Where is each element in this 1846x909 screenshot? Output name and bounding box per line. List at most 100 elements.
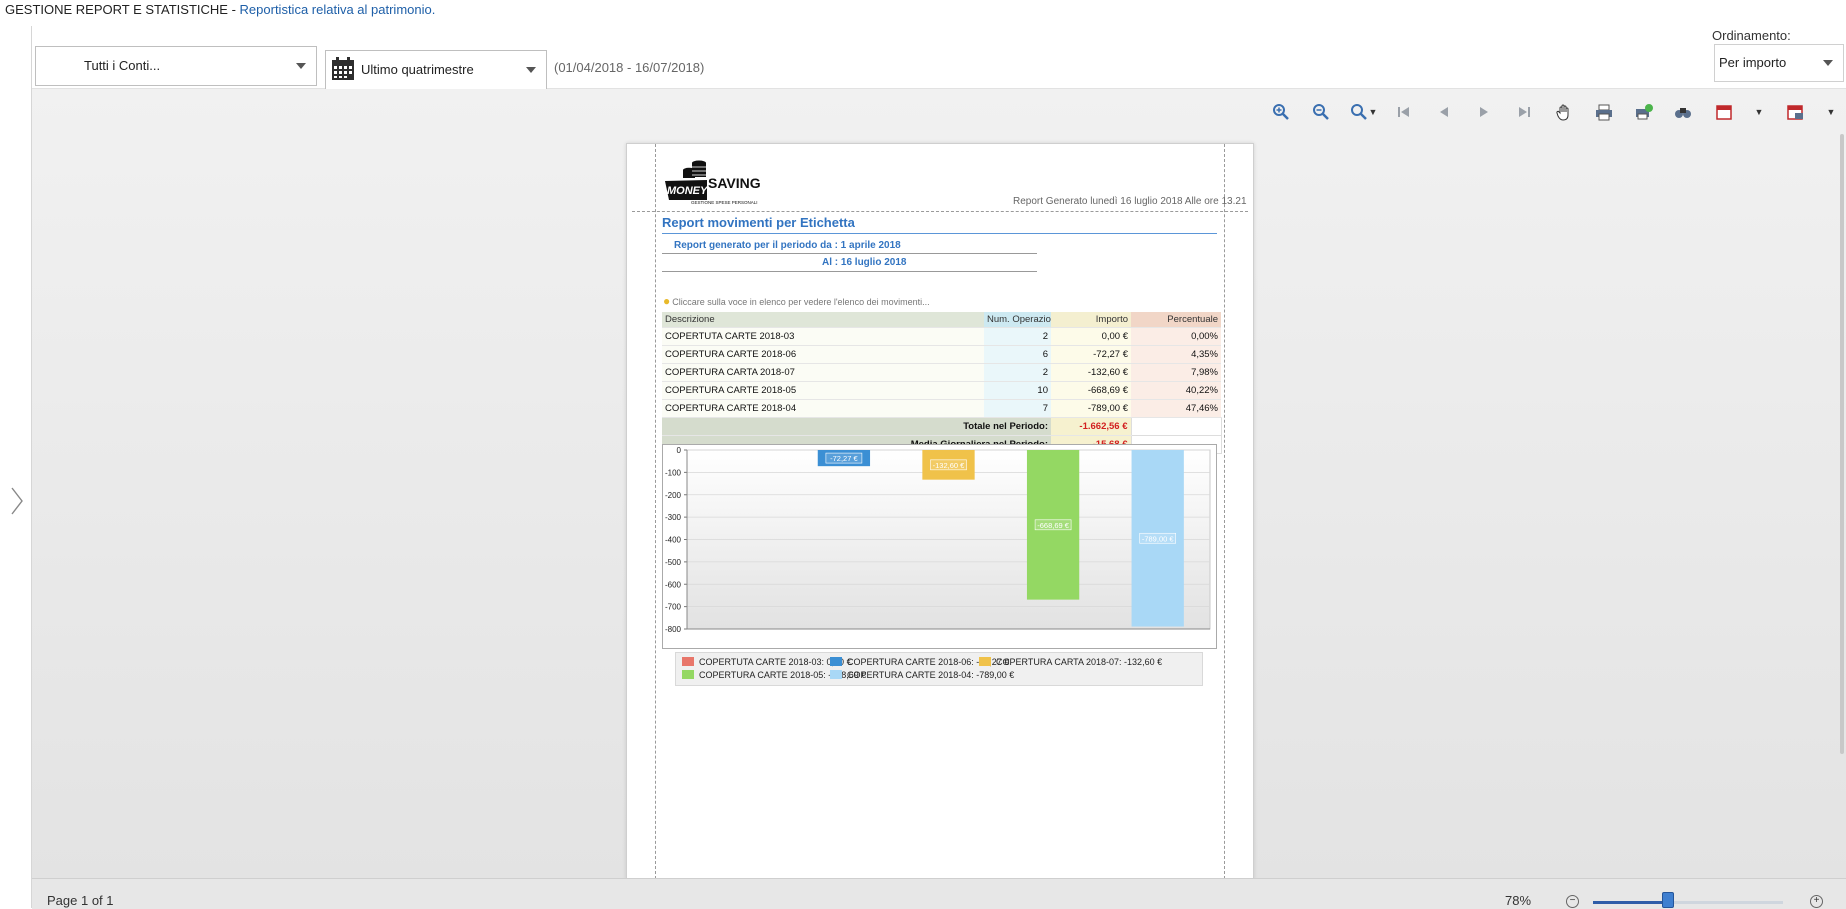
period-to-label: Al : 16 luglio 2018: [822, 257, 907, 268]
chevron-down-icon: [526, 67, 536, 73]
row-num-operazioni: 2: [984, 327, 1051, 346]
zoom-dropdown-icon[interactable]: ▼: [1368, 103, 1378, 121]
legend-label: COPERTURA CARTE 2018-04: -789,00 €: [847, 670, 1015, 680]
window-title: GESTIONE REPORT E STATISTICHE: [5, 2, 228, 17]
bar-chart-svg: 0 -100 -200 -300 -400 -500 -600 -700 -800 -72,27 …: [665, 446, 1211, 634]
vertical-scrollbar[interactable]: [1838, 89, 1846, 878]
table-row[interactable]: COPERTURA CARTE 2018-06 6 -72,27 € 4,35%: [662, 345, 1221, 364]
table-row[interactable]: COPERTURA CARTA 2018-07 2 -132,60 € 7,98…: [662, 363, 1221, 382]
legend-swatch: [830, 670, 842, 679]
title-separator: -: [227, 2, 240, 17]
row-num-operazioni: 10: [984, 381, 1051, 400]
row-descrizione: COPERTUTA CARTE 2018-03: [662, 327, 984, 346]
y-tick-label: -600: [665, 580, 682, 589]
expand-panel-chevron-icon[interactable]: [10, 486, 24, 516]
sort-label: Ordinamento:: [1712, 28, 1791, 43]
hand-tool-icon[interactable]: [1555, 103, 1573, 121]
y-tick-label: -100: [665, 468, 682, 477]
y-tick-label: -300: [665, 513, 682, 522]
lightbulb-icon: ●: [663, 294, 671, 308]
chevron-down-icon: [296, 63, 306, 69]
header-importo: Importo: [1051, 312, 1131, 328]
period-select[interactable]: Ultimo quatrimestre: [325, 50, 547, 90]
side-panel-collapsed: [0, 26, 32, 908]
date-range-label: (01/04/2018 - 16/07/2018): [554, 60, 705, 75]
next-page-icon[interactable]: [1475, 103, 1493, 121]
first-page-icon[interactable]: [1395, 103, 1413, 121]
row-num-operazioni: 6: [984, 345, 1051, 364]
header-num-operazioni: Num. Operazioni: [984, 312, 1051, 328]
account-select[interactable]: Tutti i Conti...: [35, 46, 317, 86]
window-title-bar: GESTIONE REPORT E STATISTICHE - Reportis…: [0, 0, 1846, 26]
zoom-in-icon[interactable]: [1272, 103, 1290, 121]
window-subtitle: Reportistica relativa al patrimonio.: [239, 2, 436, 17]
legend-swatch: [979, 657, 991, 666]
zoom-slider-fill: [1593, 901, 1668, 904]
legend-swatch: [682, 657, 694, 666]
row-percentuale: 0,00%: [1131, 327, 1221, 346]
zoom-in-button[interactable]: +: [1810, 895, 1823, 908]
row-num-operazioni: 2: [984, 363, 1051, 382]
find-icon[interactable]: [1674, 103, 1692, 121]
data-label: -72,27 €: [830, 454, 858, 463]
zoom-out-icon[interactable]: [1312, 103, 1330, 121]
row-percentuale: 40,22%: [1131, 381, 1221, 400]
filter-toolbar: Tutti i Conti... Ultimo quatrimestre (01…: [32, 26, 1846, 90]
row-importo: -668,69 €: [1051, 381, 1131, 400]
scrollbar-thumb[interactable]: [1840, 134, 1844, 754]
period-from-label: Report generato per il periodo da : 1 ap…: [674, 240, 901, 251]
table-row[interactable]: COPERTURA CARTE 2018-05 10 -668,69 € 40,…: [662, 381, 1221, 400]
logo-text-2: SAVING: [708, 175, 761, 191]
sort-select-value: Per importo: [1719, 55, 1787, 70]
send-icon[interactable]: [1786, 103, 1804, 121]
y-tick-label: -700: [665, 603, 682, 612]
report-generated-label: Report Generato lunedì 16 luglio 2018 Al…: [1013, 196, 1247, 207]
row-percentuale: 7,98%: [1131, 363, 1221, 382]
row-percentuale: 47,46%: [1131, 399, 1221, 418]
last-page-icon[interactable]: [1515, 103, 1533, 121]
zoom-slider[interactable]: [1593, 901, 1783, 904]
zoom-out-button[interactable]: −: [1566, 895, 1579, 908]
print-icon[interactable]: [1595, 103, 1613, 121]
row-num-operazioni: 7: [984, 399, 1051, 418]
calendar-icon: [331, 57, 355, 81]
y-tick-label: -400: [665, 536, 682, 545]
row-importo: 0,00 €: [1051, 327, 1131, 346]
legend-item: COPERTUTA CARTE 2018-03: 0,00 €: [682, 657, 852, 667]
row-descrizione: COPERTURA CARTE 2018-05: [662, 381, 984, 400]
total-empty-cell: [1130, 417, 1222, 436]
legend-label: COPERTUTA CARTE 2018-03: 0,00 €: [699, 657, 852, 667]
divider: [662, 233, 1217, 234]
period-select-value: Ultimo quatrimestre: [361, 62, 474, 77]
account-select-value: Tutti i Conti...: [84, 58, 161, 73]
money-saving-logo: MONEY SAVING GESTIONE SPESE PERSONALI: [663, 156, 783, 206]
row-descrizione: COPERTURA CARTE 2018-04: [662, 399, 984, 418]
logo-tagline: GESTIONE SPESE PERSONALI: [691, 200, 758, 205]
legend-swatch: [830, 657, 842, 666]
row-descrizione: COPERTURA CARTA 2018-07: [662, 363, 984, 382]
y-tick-label: 0: [677, 446, 682, 455]
send-dropdown-icon[interactable]: ▼: [1826, 103, 1836, 121]
zoom-slider-thumb[interactable]: [1662, 892, 1675, 908]
table-row[interactable]: COPERTUTA CARTE 2018-03 2 0,00 € 0,00%: [662, 327, 1221, 346]
legend-label: COPERTURA CARTA 2018-07: -132,60 €: [996, 657, 1163, 667]
y-tick-label: -800: [665, 625, 682, 634]
sort-select[interactable]: Per importo: [1714, 44, 1844, 82]
report-title: Report movimenti per Etichetta: [662, 215, 855, 230]
row-importo: -132,60 €: [1051, 363, 1131, 382]
previous-page-icon[interactable]: [1435, 103, 1453, 121]
y-tick-label: -500: [665, 558, 682, 567]
page-setup-icon[interactable]: [1635, 103, 1653, 121]
viewer-toolbar: ▼ ▼ ▼: [32, 89, 1846, 133]
bar-chart: 0 -100 -200 -300 -400 -500 -600 -700 -800 -72,27 …: [662, 444, 1217, 649]
table-header-row: Descrizione Num. Operazioni Importo Perc…: [662, 312, 1221, 328]
hint-text: ● Cliccare sulla voce in elenco per veder…: [663, 294, 930, 308]
header-descrizione: Descrizione: [662, 312, 984, 328]
export-icon[interactable]: [1715, 103, 1733, 121]
export-dropdown-icon[interactable]: ▼: [1754, 103, 1764, 121]
margin-guide: [655, 144, 656, 879]
margin-guide: [632, 211, 1248, 212]
table-row[interactable]: COPERTURA CARTE 2018-04 7 -789,00 € 47,4…: [662, 399, 1221, 418]
chevron-down-icon: [1823, 60, 1833, 66]
zoom-menu-icon[interactable]: [1350, 103, 1368, 121]
